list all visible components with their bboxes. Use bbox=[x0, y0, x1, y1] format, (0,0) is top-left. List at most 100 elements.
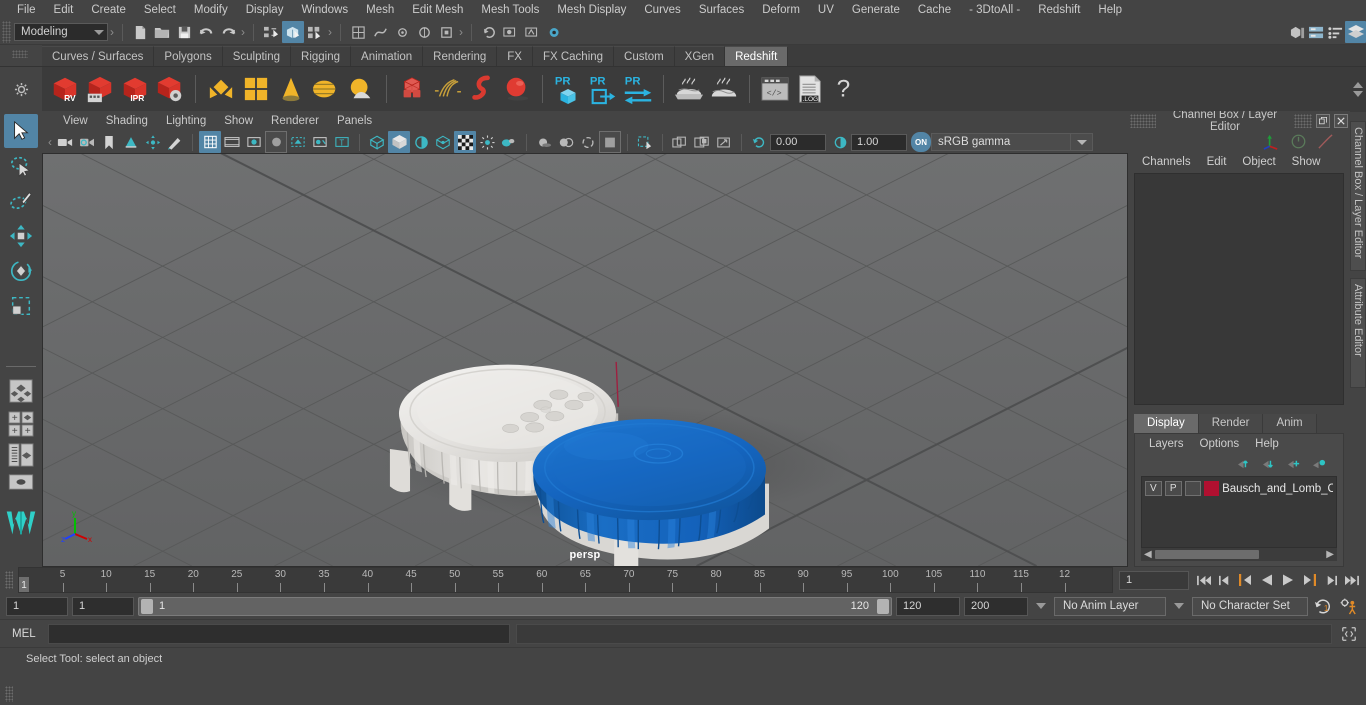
range-slider-bar[interactable]: 1 120 bbox=[138, 596, 892, 616]
last-tool-used[interactable] bbox=[4, 324, 38, 358]
shelf-settings-icon[interactable] bbox=[14, 82, 29, 97]
texture-mode-icon[interactable]: T bbox=[331, 131, 353, 153]
status-collapse-1[interactable]: › bbox=[108, 25, 116, 39]
redshift-sphere-icon[interactable] bbox=[500, 70, 534, 108]
attribute-editor-icon[interactable] bbox=[1307, 21, 1326, 43]
time-slider[interactable]: 1 5 10 15 20 25 30 35 40 45 50 55 60 65 70 75 80 85 90 95 1… bbox=[18, 567, 1113, 593]
status-collapse-4[interactable]: › bbox=[457, 25, 465, 39]
redshift-help-icon[interactable]: ? bbox=[828, 70, 862, 108]
xray-active-components-icon[interactable] bbox=[410, 131, 432, 153]
shelf-scroll-up-icon[interactable] bbox=[1353, 81, 1363, 88]
snap-to-projected-center-icon[interactable] bbox=[413, 21, 435, 43]
redshift-proxy-import-icon[interactable]: PR bbox=[586, 70, 620, 108]
ambient-occlusion-icon[interactable] bbox=[309, 131, 331, 153]
animation-preferences-icon[interactable] bbox=[1338, 596, 1360, 616]
layer-name[interactable]: Bausch_and_Lomb_Co bbox=[1222, 483, 1333, 495]
menu-edit-mesh[interactable]: Edit Mesh bbox=[403, 0, 472, 20]
redshift-proxy-export-icon[interactable]: PR bbox=[551, 70, 585, 108]
redshift-script-editor-icon[interactable]: </> bbox=[758, 70, 792, 108]
select-by-hierarchy-icon[interactable] bbox=[260, 21, 282, 43]
camera-attributes-icon[interactable] bbox=[76, 131, 98, 153]
lasso-select-tool[interactable] bbox=[4, 149, 38, 183]
redshift-dome-light-icon[interactable] bbox=[309, 70, 343, 108]
isolate-select-icon[interactable] bbox=[634, 131, 656, 153]
menu-mesh-tools[interactable]: Mesh Tools bbox=[472, 0, 548, 20]
menu-curves[interactable]: Curves bbox=[635, 0, 689, 20]
open-scene-icon[interactable] bbox=[151, 21, 173, 43]
status-collapse-2[interactable]: › bbox=[239, 25, 247, 39]
select-by-component-icon[interactable] bbox=[304, 21, 326, 43]
shadows-icon[interactable] bbox=[287, 131, 309, 153]
channel-curve-icon[interactable] bbox=[1317, 133, 1334, 150]
time-slider-grip[interactable] bbox=[0, 567, 18, 593]
character-set-field[interactable]: No Character Set bbox=[1192, 596, 1308, 616]
hypershade-layout[interactable] bbox=[4, 471, 38, 493]
vertical-tab-channel-box[interactable]: Channel Box / Layer Editor bbox=[1350, 121, 1366, 271]
manipulator-axis-icon[interactable] bbox=[1263, 133, 1280, 150]
channel-menu-object[interactable]: Object bbox=[1234, 151, 1283, 173]
layer-tab-anim[interactable]: Anim bbox=[1263, 414, 1317, 433]
shelf-tab-custom[interactable]: Custom bbox=[614, 46, 675, 66]
layer-menu-help[interactable]: Help bbox=[1247, 434, 1287, 454]
snap-to-view-planes-icon[interactable] bbox=[435, 21, 457, 43]
redshift-bake-icon[interactable] bbox=[672, 70, 706, 108]
layer-tab-display[interactable]: Display bbox=[1134, 414, 1199, 433]
render-settings-icon[interactable] bbox=[544, 21, 566, 43]
auto-keyframe-icon[interactable]: 1 bbox=[1312, 596, 1334, 616]
menu-surfaces[interactable]: Surfaces bbox=[690, 0, 753, 20]
shelf-tab-rendering[interactable]: Rendering bbox=[423, 46, 498, 66]
animation-start-time-field[interactable]: 1 bbox=[6, 596, 68, 616]
menu-mesh[interactable]: Mesh bbox=[357, 0, 403, 20]
move-layer-up-icon[interactable] bbox=[1237, 458, 1252, 471]
exposure-field[interactable]: 0.00 bbox=[770, 133, 826, 151]
redshift-log-icon[interactable]: .LOG bbox=[793, 70, 827, 108]
select-camera-icon[interactable] bbox=[54, 131, 76, 153]
menu-help[interactable]: Help bbox=[1089, 0, 1131, 20]
viewport-menu-show[interactable]: Show bbox=[215, 111, 262, 131]
3d-viewport[interactable]: y x z persp bbox=[42, 153, 1128, 567]
shelf-tab-curves-surfaces[interactable]: Curves / Surfaces bbox=[42, 46, 155, 66]
snap-to-grid-icon[interactable] bbox=[347, 21, 369, 43]
menu-set-selector[interactable]: Modeling bbox=[14, 23, 108, 41]
menu-modify[interactable]: Modify bbox=[185, 0, 237, 20]
shelf-tab-polygons[interactable]: Polygons bbox=[154, 46, 223, 66]
scale-tool[interactable] bbox=[4, 289, 38, 323]
viewport-toolbar-collapse[interactable]: ‹ bbox=[46, 135, 54, 149]
channel-box-list[interactable] bbox=[1134, 173, 1344, 405]
select-by-object-icon[interactable] bbox=[282, 21, 304, 43]
two-sided-lighting-icon[interactable] bbox=[498, 131, 520, 153]
play-forwards-icon[interactable] bbox=[1279, 570, 1297, 590]
command-input-field[interactable] bbox=[47, 623, 510, 644]
exposure-reset-icon[interactable] bbox=[748, 131, 770, 153]
menu-redshift[interactable]: Redshift bbox=[1029, 0, 1089, 20]
gamma-reset-icon[interactable] bbox=[829, 131, 851, 153]
xray-joints-icon[interactable] bbox=[388, 131, 410, 153]
animation-end-time-field[interactable]: 200 bbox=[964, 596, 1028, 616]
color-management-dropdown[interactable] bbox=[1071, 133, 1093, 151]
image-plane-icon[interactable] bbox=[120, 131, 142, 153]
menu-file[interactable]: File bbox=[8, 0, 45, 20]
paint-select-tool[interactable] bbox=[4, 184, 38, 218]
channel-menu-edit[interactable]: Edit bbox=[1199, 151, 1235, 173]
layer-list-scrollbar[interactable]: ◀ ▶ bbox=[1141, 548, 1337, 561]
multisample-aa-icon[interactable] bbox=[599, 131, 621, 153]
layer-row[interactable]: V P Bausch_and_Lomb_Co bbox=[1145, 480, 1333, 497]
go-to-start-icon[interactable] bbox=[1195, 570, 1213, 590]
step-back-frame-icon[interactable] bbox=[1237, 570, 1255, 590]
redshift-proxy-icon[interactable] bbox=[395, 70, 429, 108]
render-icon[interactable] bbox=[500, 21, 522, 43]
redshift-volume-icon[interactable] bbox=[465, 70, 499, 108]
menu-windows[interactable]: Windows bbox=[292, 0, 357, 20]
scroll-right-icon[interactable]: ▶ bbox=[1323, 549, 1337, 560]
color-management-value[interactable]: sRGB gamma bbox=[931, 133, 1071, 151]
lighting-toggle-icon[interactable] bbox=[476, 131, 498, 153]
grease-pencil-icon[interactable] bbox=[164, 131, 186, 153]
layer-visibility-toggle[interactable]: V bbox=[1145, 481, 1162, 496]
viewport-snapshot-icon[interactable] bbox=[691, 131, 713, 153]
channel-menu-show[interactable]: Show bbox=[1284, 151, 1329, 173]
panel-close-button[interactable] bbox=[1334, 114, 1348, 128]
status-collapse-3[interactable]: › bbox=[326, 25, 334, 39]
panel-grip[interactable] bbox=[1130, 114, 1156, 128]
redshift-material-grid-icon[interactable] bbox=[239, 70, 273, 108]
gamma-field[interactable]: 1.00 bbox=[851, 133, 907, 151]
